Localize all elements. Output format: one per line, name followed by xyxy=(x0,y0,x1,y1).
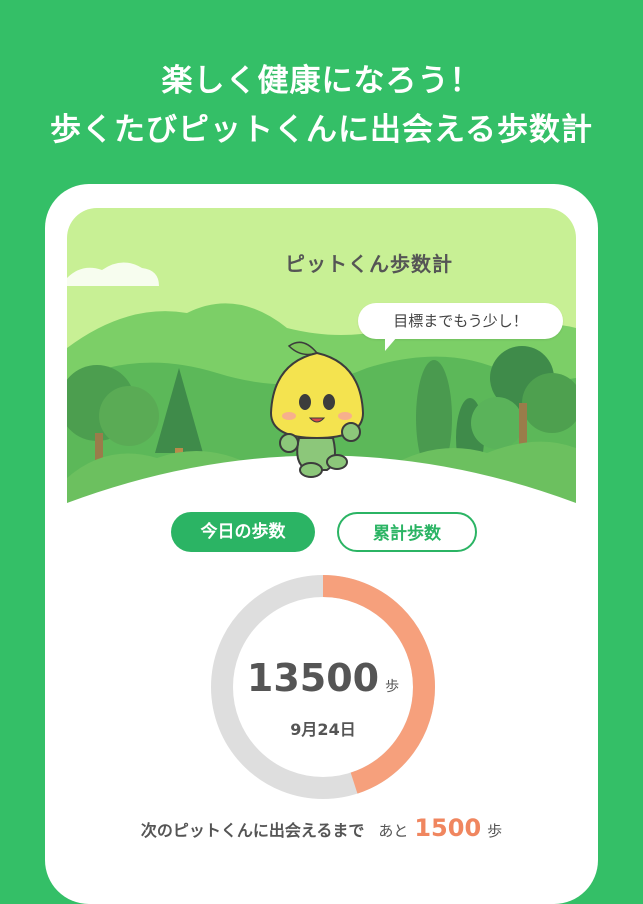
speech-bubble: 目標までもう少し！ xyxy=(358,303,563,339)
promo-headline-1: 楽しく健康になろう！ xyxy=(161,63,482,99)
steps-display: 13500 歩 xyxy=(207,656,439,700)
tab-total-steps[interactable]: 累計歩数 xyxy=(337,512,477,552)
app-screen: ピットくん歩数計 目標までもう少し！ 今日の歩数 累計歩数 13500 歩 9月2… xyxy=(67,208,576,868)
remaining-unit: 歩 xyxy=(487,822,503,840)
app-title: ピットくん歩数計 xyxy=(285,252,453,276)
next-pit-kun-text: 次のピットくんに出会えるまで xyxy=(140,821,365,840)
date-label: 9月24日 xyxy=(290,720,356,739)
step-progress-ring: 13500 歩 9月24日 xyxy=(207,571,439,803)
speech-bubble-tail xyxy=(385,337,397,351)
tab-today-steps[interactable]: 今日の歩数 xyxy=(171,512,315,552)
step-unit: 歩 xyxy=(385,679,400,695)
promo-headline-2: 歩くたびピットくんに出会える歩数計 xyxy=(49,112,594,148)
step-count: 13500 xyxy=(246,656,380,700)
remaining-prefix: あと xyxy=(378,822,409,840)
next-pit-kun-info: 次のピットくんに出会えるまで あと 1500 歩 xyxy=(67,814,576,842)
remaining-steps: 1500 xyxy=(414,814,482,842)
